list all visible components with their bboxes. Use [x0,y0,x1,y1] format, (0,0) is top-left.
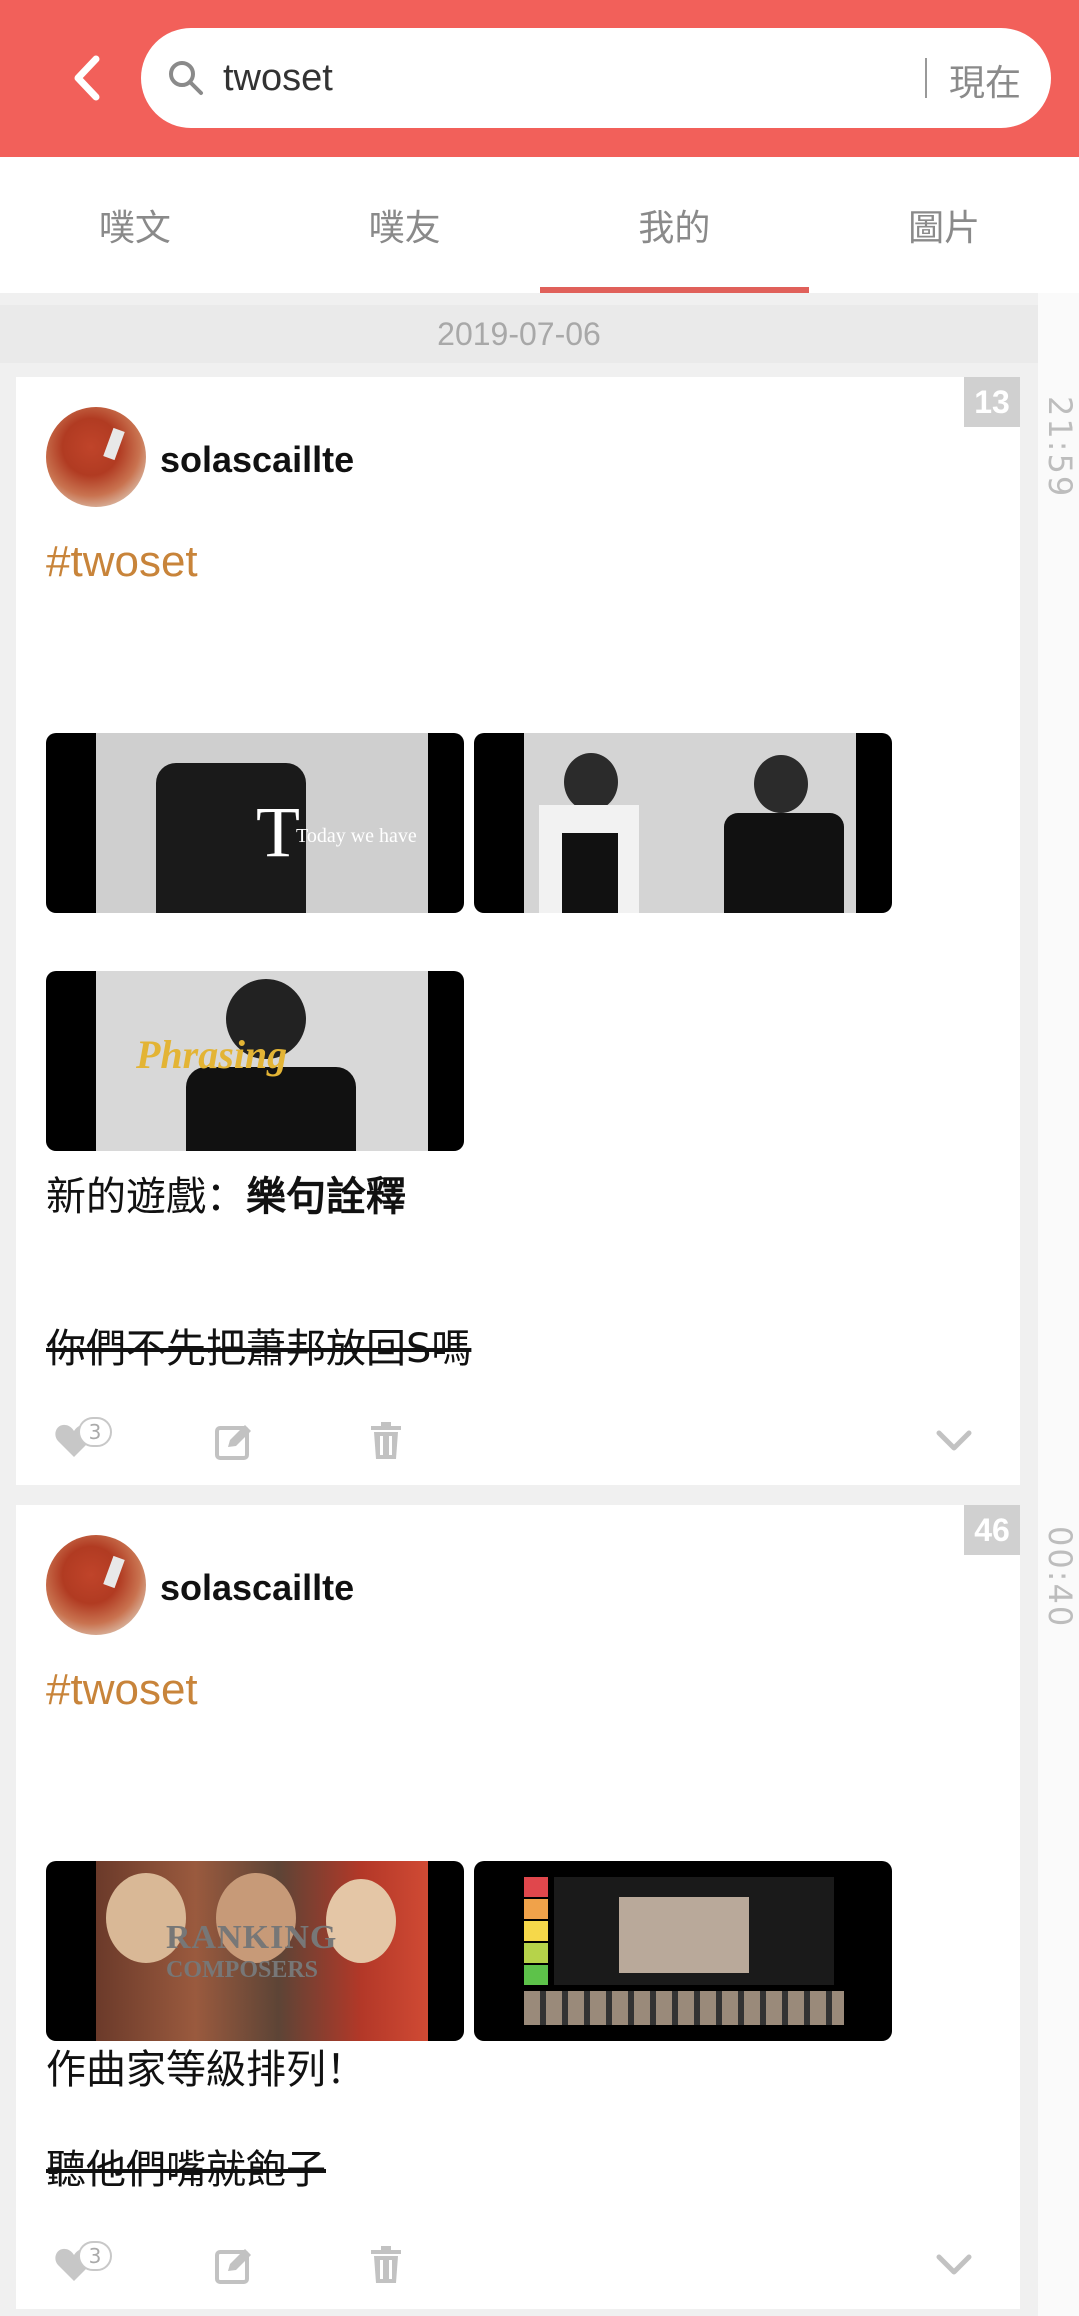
trash-icon [371,2246,401,2283]
chevron-left-icon [74,55,100,101]
hashtag-link[interactable]: #twoset [46,537,198,587]
image-caption: Today we have [296,825,417,847]
tab-friends[interactable]: 噗友 [270,157,540,293]
like-button[interactable]: 3 [44,2235,112,2295]
image-thumbnail[interactable]: T Today we have [46,733,464,913]
image-thumbnail[interactable] [474,1861,892,2041]
chevron-down-icon [936,2254,972,2275]
edit-button[interactable] [204,1411,264,1471]
strikethrough-text: 聽他們嘴就飽子 [46,2147,326,2193]
avatar[interactable] [46,407,146,507]
chevron-down-icon [936,1430,972,1451]
expand-button[interactable] [924,2235,984,2295]
delete-button[interactable] [356,1411,416,1471]
post-actions: 3 [16,1411,1020,1471]
post-text-prefix: 新的遊戲： [46,1174,246,1220]
trash-icon [371,1422,401,1459]
edit-button[interactable] [204,2235,264,2295]
tab-images[interactable]: 圖片 [809,157,1079,293]
strikethrough-text: 你們不先把蕭邦放回S嗎 [46,1326,472,1372]
post-time: 00:40 [1041,1526,1079,1629]
author-name[interactable]: solascaillte [160,1567,354,1609]
edit-icon [215,1425,251,1460]
delete-button[interactable] [356,2235,416,2295]
post-card[interactable]: 46 solascaillte #twoset RANKING COMPOSER… [16,1505,1020,2309]
like-count: 3 [78,1417,112,1447]
post-actions: 3 [16,2235,1020,2295]
like-count: 3 [78,2241,112,2271]
hashtag-link[interactable]: #twoset [46,1665,198,1715]
image-thumbnail[interactable]: RANKING COMPOSERS [46,1861,464,2041]
post-text-bold: 樂句詮釋 [246,1174,406,1220]
tab-mine[interactable]: 我的 [539,157,810,293]
image-caption: COMPOSERS [166,1957,319,1983]
time-filter[interactable]: 現在 [949,54,1021,106]
post-card[interactable]: 13 solascaillte #twoset T Today we have … [16,377,1020,1485]
expand-button[interactable] [924,1411,984,1471]
avatar[interactable] [46,1535,146,1635]
search-box[interactable]: 現在 [141,28,1051,128]
image-thumbnail[interactable] [474,733,892,913]
search-divider [925,58,927,98]
image-thumbnail[interactable]: Phrasing [46,971,464,1151]
author-name[interactable]: solascaillte [160,439,354,481]
post-text: 新的遊戲：樂句詮釋 [46,1164,406,1222]
tab-plurks[interactable]: 噗文 [0,157,270,293]
response-count-badge: 13 [964,377,1020,427]
back-button[interactable] [52,48,122,108]
edit-icon [215,2249,251,2284]
post-text: 作曲家等級排列！ [46,2047,366,2093]
image-caption: Phrasing [136,1032,288,1077]
top-bar: 現在 [0,0,1079,157]
response-count-badge: 46 [964,1505,1020,1555]
date-separator: 2019-07-06 [0,305,1038,363]
image-caption: RANKING [166,1919,338,1956]
tab-bar: 噗文 噗友 我的 圖片 [0,157,1079,293]
search-icon [169,61,203,95]
post-time: 21:59 [1041,396,1079,499]
like-button[interactable]: 3 [44,1411,112,1471]
timeline-rail [1038,293,1079,2316]
search-input[interactable] [223,46,823,110]
